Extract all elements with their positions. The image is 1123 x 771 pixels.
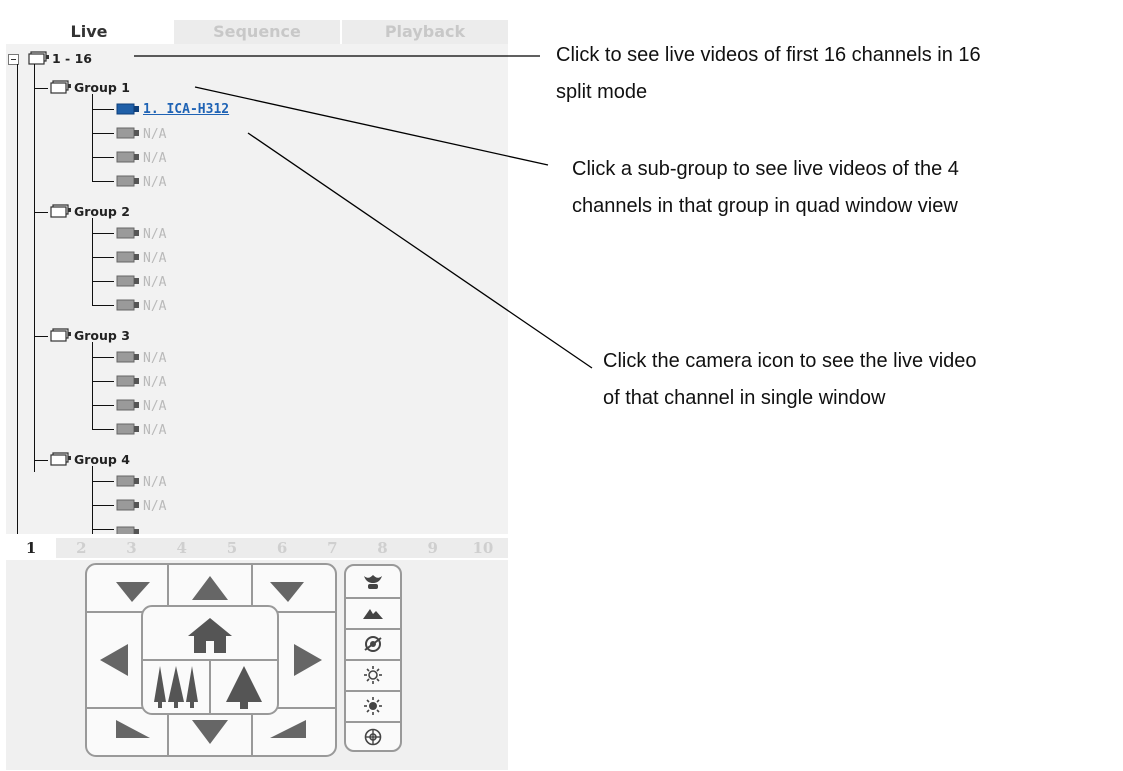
annotation-camera: Click the camera icon to see the live vi… — [603, 350, 977, 409]
annotation-root: Click to see live videos of first 16 cha… — [556, 44, 981, 103]
annotation-group: Click a sub-group to see live videos of … — [572, 158, 959, 217]
